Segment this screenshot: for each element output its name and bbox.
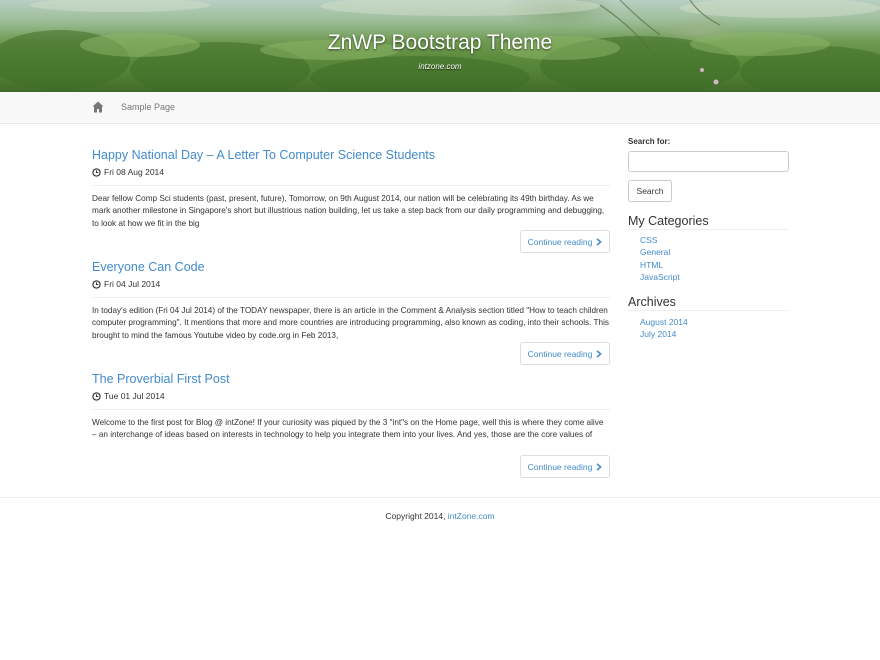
post-meta: Tue 01 Jul 2014 (92, 391, 165, 401)
divider (628, 229, 789, 230)
chevron-right-icon (596, 349, 603, 358)
continue-reading-label: Continue reading (527, 348, 593, 359)
post-excerpt: In today's edition (Fri 04 Jul 2014) of … (92, 306, 609, 340)
post-date: Fri 04 Jul 2014 (104, 279, 161, 289)
continue-reading-button[interactable]: Continue reading (520, 230, 610, 253)
continue-reading-label: Continue reading (527, 236, 593, 247)
categories-title: My Categories (628, 214, 709, 228)
post-article: Everyone Can Code Fri 04 Jul 2014 In tod… (92, 260, 610, 367)
search-input[interactable] (628, 151, 789, 172)
post-title[interactable]: Everyone Can Code (92, 260, 610, 274)
chevron-right-icon (596, 237, 603, 246)
nav-item-sample-page[interactable]: Sample Page (121, 102, 175, 112)
search-label: Search for: (628, 137, 671, 146)
search-button[interactable]: Search (628, 180, 672, 202)
post-date: Tue 01 Jul 2014 (104, 391, 165, 401)
navbar: Sample Page (0, 92, 880, 124)
header-banner: ZnWP Bootstrap Theme intzone.com (0, 0, 880, 92)
post-meta: Fri 08 Aug 2014 (92, 167, 164, 177)
post-title[interactable]: Happy National Day – A Letter To Compute… (92, 148, 610, 162)
post-meta: Fri 04 Jul 2014 (92, 279, 160, 289)
category-link[interactable]: General (640, 247, 680, 259)
divider (92, 185, 610, 186)
categories-list: CSS General HTML JavaScript (640, 235, 680, 284)
copyright: Copyright 2014, intZone.com (0, 511, 880, 521)
archive-link[interactable]: August 2014 (640, 317, 688, 329)
copyright-link[interactable]: intZone.com (448, 511, 495, 521)
divider (92, 297, 610, 298)
continue-reading-button[interactable]: Continue reading (520, 342, 610, 365)
continue-reading-button[interactable]: Continue reading (520, 455, 610, 478)
clock-icon (92, 279, 101, 289)
category-link[interactable]: CSS (640, 235, 680, 247)
chevron-right-icon (596, 462, 603, 471)
site-title[interactable]: ZnWP Bootstrap Theme (0, 31, 880, 55)
category-link[interactable]: JavaScript (640, 272, 680, 284)
divider (628, 310, 789, 311)
post-excerpt: Dear fellow Comp Sci students (past, pre… (92, 194, 605, 228)
divider (92, 409, 610, 410)
post-article: The Proverbial First Post Tue 01 Jul 201… (92, 372, 610, 479)
post-title[interactable]: The Proverbial First Post (92, 372, 610, 386)
archives-title: Archives (628, 295, 676, 309)
archives-list: August 2014 July 2014 (640, 317, 688, 342)
post-article: Happy National Day – A Letter To Compute… (92, 148, 610, 255)
post-date: Fri 08 Aug 2014 (104, 167, 165, 177)
home-icon[interactable] (92, 101, 104, 113)
footer-divider (0, 497, 880, 498)
site-tagline: intzone.com (418, 62, 462, 71)
continue-reading-label: Continue reading (527, 461, 593, 472)
archive-link[interactable]: July 2014 (640, 329, 688, 341)
copyright-text: Copyright 2014, (385, 511, 448, 521)
clock-icon (92, 391, 101, 401)
post-excerpt: Welcome to the first post for Blog @ int… (92, 418, 604, 440)
category-link[interactable]: HTML (640, 260, 680, 272)
clock-icon (92, 167, 101, 177)
